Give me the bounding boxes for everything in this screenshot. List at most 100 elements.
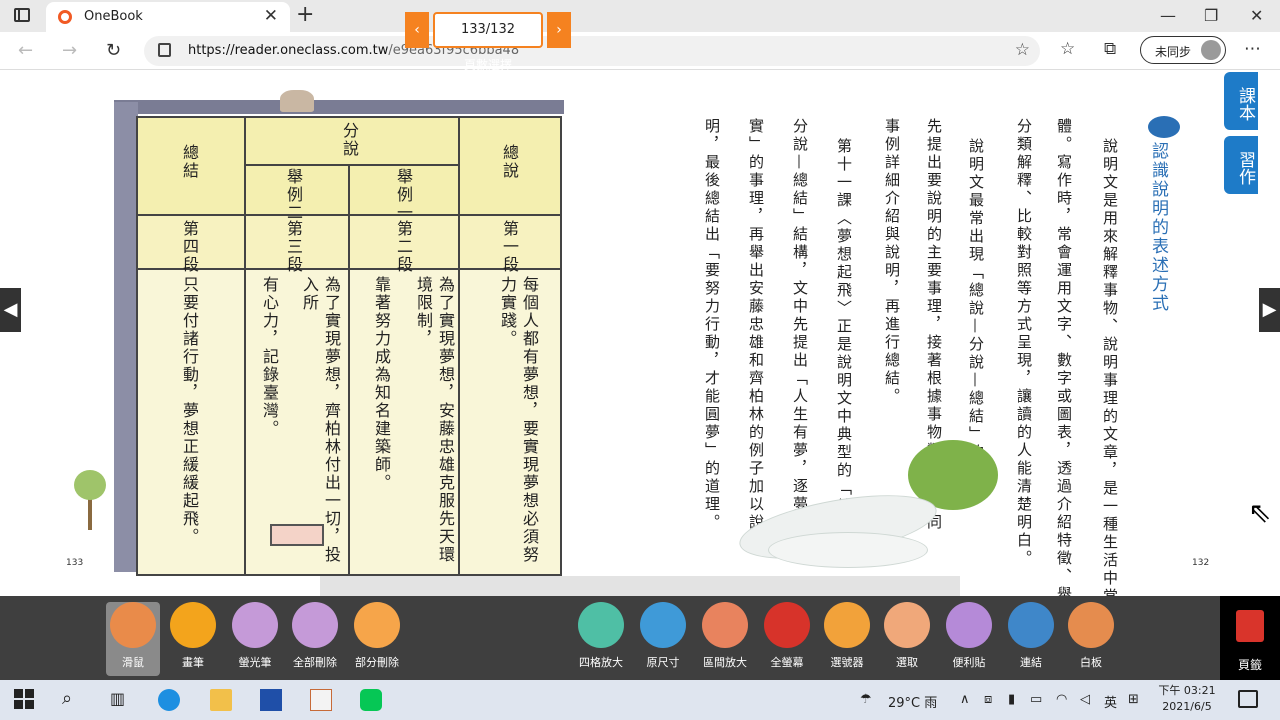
tool-trash-button[interactable]: 全部刪除 [288,602,342,676]
show-hidden-icons-icon[interactable]: ∧ [960,692,970,707]
tab-title: OneBook [84,9,143,24]
tab-actions-icon[interactable] [14,8,30,22]
paragraph-line-1: 說明文是用來解釋事物、說明事理的文章，是一種生活中常見的文 [1101,138,1119,596]
favorites-icon[interactable]: ☆ [1060,39,1075,59]
highlighter-icon [232,602,278,648]
tool-label: 便利貼 [952,656,986,669]
book-spread: 總結 分說 總說 舉例二 舉例一 第四段 第三段 第二段 第一段 只要付諸行動，… [48,90,1224,596]
tool-grid-zoom-button[interactable]: 四格放大 [574,602,628,676]
mouse-icon [110,602,156,648]
address-bar-row: ← → ↻ https://reader.oneclass.com.tw/e9e… [0,32,1280,70]
reload-icon[interactable]: ↻ [106,40,121,61]
header-introduction: 總說 [500,144,519,180]
mouse-cursor-icon: ⇖ [1248,496,1272,529]
browser-tab-bar: OneBook ✕ + — ❐ ✕ [0,0,1280,32]
section-heading: 認識說明的表述方式 [1148,142,1168,313]
profile-button[interactable]: 未同步 [1140,36,1226,64]
tool-label: 白板 [1080,656,1102,669]
close-window-icon[interactable]: ✕ [1250,6,1263,25]
tool-sticky-note-button[interactable]: 便利貼 [942,602,996,676]
wifi-icon[interactable]: ◠ [1056,692,1067,707]
link-icon [1008,602,1054,648]
powerpoint-icon[interactable] [310,689,332,711]
tool-original-size-button[interactable]: 原尺寸 [636,602,690,676]
tool-whiteboard-button[interactable]: 白板 [1064,602,1118,676]
clock-date: 2021/6/5 [1162,700,1212,713]
forward-icon[interactable]: → [62,40,77,61]
tool-eraser-button[interactable]: 部分刪除 [350,602,404,676]
original-size-icon [640,602,686,648]
child-illustration [280,90,314,112]
tool-label: 四格放大 [579,656,623,669]
url-field[interactable]: https://reader.oneclass.com.tw/e9ea63f95… [144,36,1040,66]
tool-label: 選取 [896,656,918,669]
weather-icon[interactable]: ☂ [860,692,872,707]
left-page-number: 133 [66,558,84,568]
previous-page-button[interactable]: ◀ [0,288,21,332]
add-favorite-icon[interactable]: ☆ [1015,40,1030,60]
battery-icon[interactable]: ▭ [1030,692,1042,707]
system-clock[interactable]: 下午 03:21 2021/6/5 [1152,683,1222,715]
textbook-tab[interactable]: 課本 [1224,72,1258,130]
device-icon[interactable]: ⧈ [984,692,992,707]
number-picker-icon [824,602,870,648]
tool-number-picker-button[interactable]: 選號器 [820,602,874,676]
ime-mode-icon[interactable]: ⊞ [1128,692,1139,707]
url-host: https://reader.oneclass.com.tw [188,43,389,58]
file-explorer-icon[interactable] [210,689,232,711]
task-view-icon[interactable]: ▥ [110,689,125,708]
edge-icon[interactable] [158,689,180,711]
weather-text[interactable]: 29°C 雨 [888,692,937,711]
reader-toolbar: 滑鼠 畫筆 螢光筆 全部刪除 部分刪除 四格放大 原尺寸 區間放大 全螢幕 選號器選取 便利貼 連結白… [0,596,1280,680]
restore-icon[interactable]: ❐ [1204,6,1218,25]
more-menu-icon[interactable]: ⋯ [1244,39,1261,59]
volume-icon[interactable]: ◁ [1080,692,1090,707]
new-tab-icon[interactable]: + [296,2,314,27]
page-selector-label: 頁數選擇 [463,58,512,72]
hand-icon [884,602,930,648]
input-language[interactable]: 英 [1104,692,1117,711]
tool-link-button[interactable]: 連結 [1004,602,1058,676]
page-selector: ‹ 133/132 › [405,12,571,50]
window-illustration [270,524,324,546]
paragraph-line-10: 明，最後總結出「要努力行動，才能圓夢」的道理。 [703,118,721,532]
body-section-three-b: 有心力，記錄臺灣。 [260,276,279,438]
tool-label: 全部刪除 [293,656,337,669]
paragraph-line-6: 事例詳細介紹與說明，再進行總結。 [883,118,901,406]
fullscreen-icon [764,602,810,648]
app-icon[interactable] [260,689,282,711]
tool-hand-button[interactable]: 選取 [880,602,934,676]
eraser-icon [354,602,400,648]
next-page-button[interactable]: ▶ [1259,288,1280,332]
line-icon[interactable] [360,689,382,711]
tool-area-zoom-button[interactable]: 區間放大 [698,602,752,676]
page-number-input[interactable]: 133/132 [433,12,543,48]
page-next-button[interactable]: › [547,12,571,48]
page-prev-button[interactable]: ‹ [405,12,429,48]
microphone-icon[interactable]: ▮ [1008,692,1015,707]
radish-illustration [698,440,998,571]
tool-pen-button[interactable]: 畫筆 [166,602,220,676]
tool-fullscreen-button[interactable]: 全螢幕 [760,602,814,676]
workbook-tab[interactable]: 習作 [1224,136,1258,194]
horizontal-scrollbar[interactable] [320,576,960,596]
tool-label: 原尺寸 [646,656,680,669]
minimize-icon[interactable]: — [1160,6,1176,25]
body-section-four: 只要付諸行動，夢想正緩緩起飛。 [180,276,199,546]
notification-icon[interactable] [1238,690,1258,708]
whiteboard-icon [1068,602,1114,648]
paragraph-line-3: 分類解釋、比較對照等方式呈現，讓讀的人能清楚明白。 [1015,118,1033,568]
tool-highlighter-button[interactable]: 螢光筆 [228,602,282,676]
back-icon[interactable]: ← [18,40,33,61]
paragraph-line-2: 體。寫作時，常會運用文字、數字或圖表，透過介紹特徵、舉例說明、 [1055,118,1073,596]
tool-mouse-button[interactable]: 滑鼠 [106,602,160,676]
browser-tab[interactable]: OneBook ✕ [46,2,290,32]
search-icon[interactable]: ⌕ [62,688,72,709]
body-section-two-b: 靠著努力成為知名建築師。 [372,276,391,492]
close-tab-icon[interactable]: ✕ [264,6,278,26]
avatar [1201,40,1221,60]
collections-icon[interactable]: ⧉ [1104,39,1116,59]
header-example-one: 舉例一 [394,168,413,222]
windows-start-icon[interactable] [14,689,36,711]
bookmark-button[interactable]: 頁籤 [1220,596,1280,680]
